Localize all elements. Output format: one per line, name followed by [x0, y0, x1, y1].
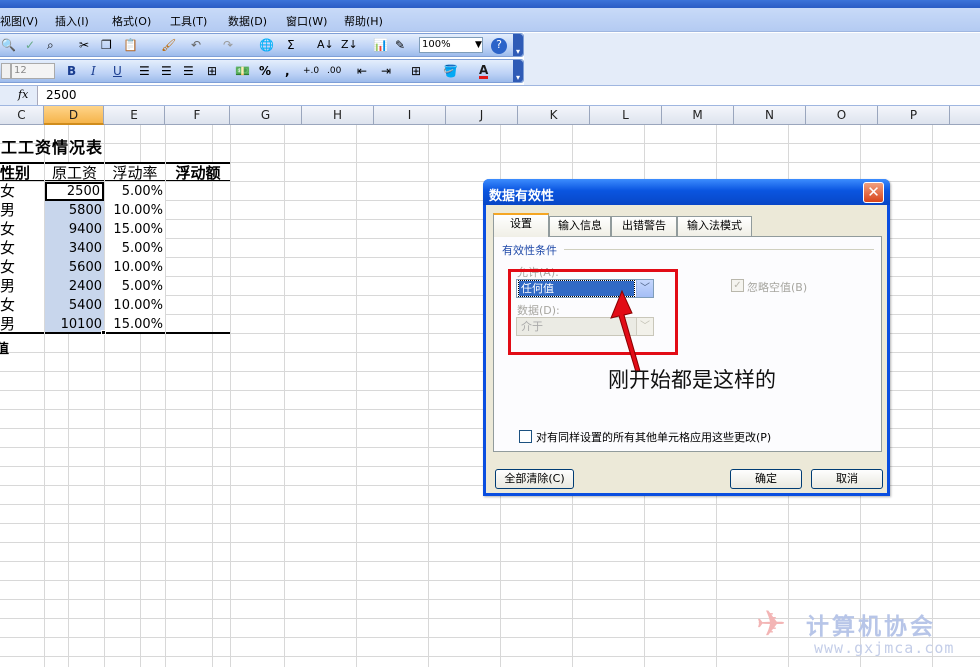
- watermark-title: 计算机协会: [806, 614, 936, 640]
- watermark-url: www.gxjmca.com: [814, 639, 955, 657]
- annotation-text: 刚开始都是这样的: [608, 368, 776, 392]
- watermark: ✈ 计算机协会 www.gxjmca.com: [756, 603, 980, 667]
- annotation-arrow: [610, 289, 641, 373]
- tab-settings[interactable]: 设置: [493, 213, 549, 237]
- watermark-logo-icon: ✈: [756, 604, 787, 645]
